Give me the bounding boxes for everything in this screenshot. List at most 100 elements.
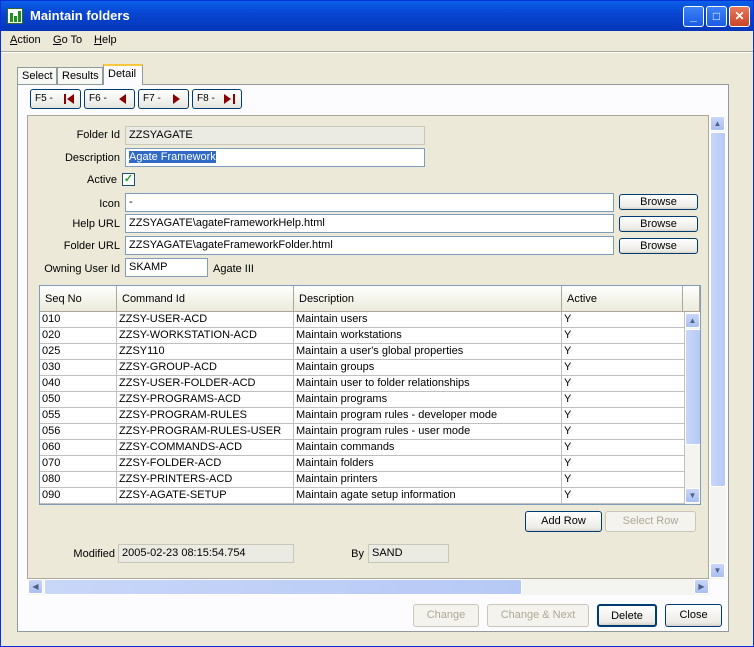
table-scroll-thumb[interactable] bbox=[685, 329, 700, 445]
tab-detail[interactable]: Detail bbox=[103, 64, 143, 85]
table-cell[interactable]: ZZSY-FOLDER-ACD bbox=[117, 456, 294, 472]
table-cell[interactable]: 040 bbox=[40, 376, 117, 392]
table-scroll-down-icon[interactable]: ▼ bbox=[685, 488, 700, 503]
column-description[interactable]: Description bbox=[294, 286, 562, 312]
table-cell[interactable]: Y bbox=[562, 440, 685, 456]
title-bar[interactable]: Maintain folders _ □ ✕ bbox=[1, 1, 753, 31]
table-row[interactable]: 056 ZZSY-PROGRAM-RULES-USER Maintain progr… bbox=[40, 424, 685, 440]
table-cell[interactable]: Maintain folders bbox=[294, 456, 562, 472]
help-url-field[interactable]: ZZSYAGATE\agateFrameworkHelp.html bbox=[125, 214, 614, 233]
table-cell[interactable]: ZZSY-COMMANDS-ACD bbox=[117, 440, 294, 456]
table-cell[interactable]: ZZSY-AGATE-SETUP bbox=[117, 488, 294, 504]
table-cell[interactable]: ZZSY-WORKSTATION-ACD bbox=[117, 328, 294, 344]
table-cell[interactable]: 055 bbox=[40, 408, 117, 424]
table-cell[interactable]: Maintain a user's global properties bbox=[294, 344, 562, 360]
table-cell[interactable]: 025 bbox=[40, 344, 117, 360]
table-cell[interactable]: Maintain users bbox=[294, 312, 562, 328]
table-cell[interactable]: ZZSY-USER-FOLDER-ACD bbox=[117, 376, 294, 392]
delete-button[interactable]: Delete bbox=[597, 604, 657, 627]
icon-browse-button[interactable]: Browse bbox=[619, 194, 698, 210]
table-cell[interactable]: ZZSY-USER-ACD bbox=[117, 312, 294, 328]
next-record-button[interactable]: F7 - bbox=[138, 89, 189, 109]
maximize-icon[interactable]: □ bbox=[706, 6, 727, 27]
table-vertical-scrollbar[interactable]: ▲ ▼ bbox=[685, 313, 700, 504]
table-cell[interactable]: Y bbox=[562, 312, 685, 328]
minimize-icon[interactable]: _ bbox=[683, 6, 704, 27]
horizontal-scroll-thumb[interactable] bbox=[44, 579, 522, 595]
close-icon[interactable]: ✕ bbox=[729, 6, 750, 27]
table-cell[interactable]: Y bbox=[562, 488, 685, 504]
table-cell[interactable]: ZZSY-PROGRAMS-ACD bbox=[117, 392, 294, 408]
table-cell[interactable]: Maintain programs bbox=[294, 392, 562, 408]
help-url-browse-button[interactable]: Browse bbox=[619, 216, 698, 232]
table-row[interactable]: 055 ZZSY-PROGRAM-RULES Maintain program ru… bbox=[40, 408, 685, 424]
table-row[interactable]: 030 ZZSY-GROUP-ACD Maintain groups Y bbox=[40, 360, 685, 376]
active-checkbox[interactable]: ✓ bbox=[122, 173, 135, 186]
table-row[interactable]: 060 ZZSY-COMMANDS-ACD Maintain commands Y bbox=[40, 440, 685, 456]
table-cell[interactable]: Y bbox=[562, 360, 685, 376]
menu-goto[interactable]: Go To bbox=[53, 34, 82, 46]
column-seq-no[interactable]: Seq No bbox=[40, 286, 117, 312]
table-cell[interactable]: Maintain commands bbox=[294, 440, 562, 456]
first-record-button[interactable]: F5 - bbox=[30, 89, 81, 109]
table-cell[interactable]: Maintain agate setup information bbox=[294, 488, 562, 504]
scroll-right-icon[interactable]: ▶ bbox=[694, 579, 709, 594]
detail-vertical-scrollbar[interactable]: ▲ ▼ bbox=[710, 116, 726, 579]
table-cell[interactable]: 080 bbox=[40, 472, 117, 488]
table-cell[interactable]: ZZSY-PRINTERS-ACD bbox=[117, 472, 294, 488]
table-cell[interactable]: 020 bbox=[40, 328, 117, 344]
table-row[interactable]: 080 ZZSY-PRINTERS-ACD Maintain printers Y bbox=[40, 472, 685, 488]
add-row-button[interactable]: Add Row bbox=[525, 511, 602, 532]
table-row[interactable]: 025 ZZSY110 Maintain a user's global prope… bbox=[40, 344, 685, 360]
detail-horizontal-scrollbar[interactable]: ◀ ▶ bbox=[28, 579, 710, 595]
table-cell[interactable]: Y bbox=[562, 456, 685, 472]
scroll-down-icon[interactable]: ▼ bbox=[710, 563, 725, 578]
tab-select[interactable]: Select bbox=[17, 67, 57, 84]
folder-url-field[interactable]: ZZSYAGATE\agateFrameworkFolder.html bbox=[125, 236, 614, 255]
table-row[interactable]: 070 ZZSY-FOLDER-ACD Maintain folders Y bbox=[40, 456, 685, 472]
scroll-up-icon[interactable]: ▲ bbox=[710, 116, 725, 131]
table-cell[interactable]: Maintain groups bbox=[294, 360, 562, 376]
change-next-button[interactable]: Change & Next bbox=[487, 604, 589, 627]
table-cell[interactable]: 030 bbox=[40, 360, 117, 376]
tab-results[interactable]: Results bbox=[57, 67, 103, 84]
table-cell[interactable]: Maintain user to folder relationships bbox=[294, 376, 562, 392]
table-cell[interactable]: Y bbox=[562, 328, 685, 344]
table-row[interactable]: 010 ZZSY-USER-ACD Maintain users Y bbox=[40, 312, 685, 328]
table-cell[interactable]: Y bbox=[562, 344, 685, 360]
column-command-id[interactable]: Command Id bbox=[117, 286, 294, 312]
description-field[interactable]: Agate Framework bbox=[125, 148, 425, 167]
table-cell[interactable]: Y bbox=[562, 424, 685, 440]
column-active[interactable]: Active bbox=[562, 286, 683, 312]
change-button[interactable]: Change bbox=[413, 604, 479, 627]
last-record-button[interactable]: F8 - bbox=[192, 89, 242, 109]
table-cell[interactable]: 090 bbox=[40, 488, 117, 504]
table-cell[interactable]: Maintain printers bbox=[294, 472, 562, 488]
table-row[interactable]: 090 ZZSY-AGATE-SETUP Maintain agate setup … bbox=[40, 488, 685, 504]
owning-user-field[interactable]: SKAMP bbox=[125, 258, 208, 277]
table-cell[interactable]: 050 bbox=[40, 392, 117, 408]
previous-record-button[interactable]: F6 - bbox=[84, 89, 135, 109]
table-cell[interactable]: ZZSY110 bbox=[117, 344, 294, 360]
table-cell[interactable]: ZZSY-PROGRAM-RULES-USER bbox=[117, 424, 294, 440]
table-row[interactable]: 040 ZZSY-USER-FOLDER-ACD Maintain user to … bbox=[40, 376, 685, 392]
table-cell[interactable]: Y bbox=[562, 392, 685, 408]
table-cell[interactable]: 060 bbox=[40, 440, 117, 456]
table-cell[interactable]: ZZSY-PROGRAM-RULES bbox=[117, 408, 294, 424]
table-cell[interactable]: Maintain program rules - user mode bbox=[294, 424, 562, 440]
table-cell[interactable]: Y bbox=[562, 408, 685, 424]
table-row[interactable]: 050 ZZSY-PROGRAMS-ACD Maintain programs Y bbox=[40, 392, 685, 408]
table-row[interactable]: 020 ZZSY-WORKSTATION-ACD Maintain workstat… bbox=[40, 328, 685, 344]
table-cell[interactable]: Maintain program rules - developer mode bbox=[294, 408, 562, 424]
table-cell[interactable]: Y bbox=[562, 376, 685, 392]
table-cell[interactable]: Maintain workstations bbox=[294, 328, 562, 344]
table-scroll-up-icon[interactable]: ▲ bbox=[685, 313, 700, 328]
table-cell[interactable]: 010 bbox=[40, 312, 117, 328]
select-row-button[interactable]: Select Row bbox=[605, 511, 696, 532]
folder-url-browse-button[interactable]: Browse bbox=[619, 238, 698, 254]
menu-action[interactable]: Action bbox=[10, 34, 41, 46]
scroll-thumb[interactable] bbox=[710, 132, 726, 487]
table-cell[interactable]: ZZSY-GROUP-ACD bbox=[117, 360, 294, 376]
table-cell[interactable]: 070 bbox=[40, 456, 117, 472]
scroll-left-icon[interactable]: ◀ bbox=[28, 579, 43, 594]
